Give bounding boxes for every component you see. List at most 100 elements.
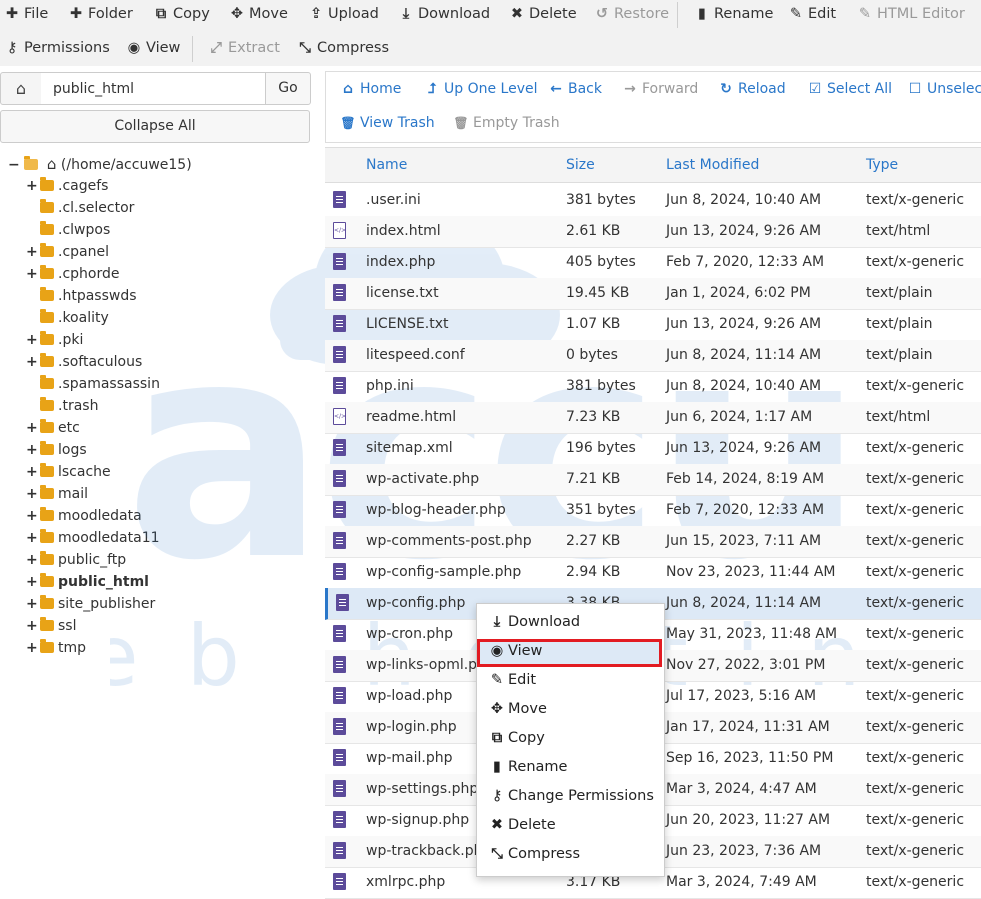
context-menu-move[interactable]: ✥ Move (489, 695, 547, 724)
context-menu-view[interactable]: ◉ View (489, 637, 543, 666)
plus-icon: ✚ (5, 6, 19, 22)
tree-item-tmp[interactable]: + tmp (26, 637, 86, 659)
tree-item-ssl[interactable]: + ssl (26, 615, 76, 637)
expand-toggle-icon[interactable]: + (26, 439, 40, 461)
tree-item-cphorde[interactable]: + .cphorde (26, 263, 119, 285)
context-menu-label: Delete (508, 817, 556, 833)
file-row[interactable]: .user.ini 381 bytes Jun 8, 2024, 10:40 AM t… (325, 185, 981, 217)
key-icon: ⚷ (6, 40, 18, 56)
context-menu-edit[interactable]: ✎ Edit (489, 666, 536, 695)
file-row[interactable]: sitemap.xml 196 bytes Jun 13, 2024, 9:26 A… (325, 433, 981, 465)
permissions-button[interactable]: ⚷ Permissions (4, 36, 110, 60)
file-button[interactable]: ✚ File (4, 2, 48, 26)
column-header-type[interactable]: Type (866, 148, 898, 182)
tree-item-spamassassin[interactable]: .spamassassin (26, 373, 160, 395)
upload-button[interactable]: ⇪ Upload (308, 2, 379, 26)
file-row[interactable]: wp-config-sample.php 2.94 KB Nov 23, 2023,… (325, 557, 981, 589)
context-menu-compress[interactable]: ⤡ Compress (489, 840, 580, 869)
expand-toggle-icon[interactable]: + (26, 461, 40, 483)
file-row[interactable]: LICENSE.txt 1.07 KB Jun 13, 2024, 9:26 AM t… (325, 309, 981, 341)
tree-item-cl-selector[interactable]: .cl.selector (26, 197, 134, 219)
file-row[interactable]: index.php 405 bytes Feb 7, 2020, 12:33 AM t… (325, 247, 981, 279)
unselect-button[interactable]: ☐ Unselect (907, 78, 981, 100)
view-button[interactable]: ◉ View (126, 36, 181, 60)
file-modified: Jun 13, 2024, 9:26 AM (666, 440, 822, 456)
home-path-button[interactable]: ⌂ (0, 72, 42, 105)
tree-item-trash[interactable]: .trash (26, 395, 98, 417)
expand-toggle-icon[interactable]: + (26, 527, 40, 549)
tree-item-cpanel[interactable]: + .cpanel (26, 241, 109, 263)
column-header-size[interactable]: Size (566, 148, 595, 182)
column-header-last-modified[interactable]: Last Modified (666, 148, 759, 182)
expand-toggle-icon[interactable]: + (26, 483, 40, 505)
expand-toggle-icon[interactable]: + (26, 615, 40, 637)
expand-toggle-icon[interactable]: + (26, 175, 40, 197)
expand-toggle-icon[interactable]: + (26, 571, 40, 593)
select-all-button[interactable]: ☑ Select All (807, 78, 892, 100)
expand-toggle-icon[interactable]: + (26, 505, 40, 527)
context-menu-delete[interactable]: ✖ Delete (489, 811, 556, 840)
tree-item-public-html[interactable]: + public_html (26, 571, 149, 593)
collapse-all-button[interactable]: Collapse All (0, 110, 310, 143)
tree-item-clwpos[interactable]: .clwpos (26, 219, 110, 241)
expand-toggle-icon[interactable]: + (26, 549, 40, 571)
compress-button[interactable]: ⤡ Compress (297, 36, 389, 60)
home-button[interactable]: ⌂ Home (340, 78, 401, 100)
rename-button[interactable]: ▮ Rename (694, 2, 773, 26)
move-button[interactable]: ✥ Move (229, 2, 288, 26)
copy-button[interactable]: ⧉ Copy (153, 2, 210, 26)
tree-item-koality[interactable]: .koality (26, 307, 109, 329)
file-row[interactable]: wp-blog-header.php 351 bytes Feb 7, 2020, … (325, 495, 981, 527)
folder-button[interactable]: ✚ Folder (68, 2, 133, 26)
file-row[interactable]: readme.html 7.23 KB Jun 6, 2024, 1:17 AM te… (325, 402, 981, 434)
file-row[interactable]: litespeed.conf 0 bytes Jun 8, 2024, 11:14 … (325, 340, 981, 372)
folder-icon (40, 331, 54, 345)
expand-toggle-icon[interactable]: + (26, 417, 40, 439)
download-button[interactable]: ⤓ Download (398, 2, 490, 26)
edit-button[interactable]: ✎ Edit (788, 2, 836, 26)
tree-item-softaculous[interactable]: + .softaculous (26, 351, 142, 373)
tree-item-cagefs[interactable]: + .cagefs (26, 175, 108, 197)
tree-item-label: tmp (58, 640, 87, 656)
context-menu-rename[interactable]: ▮ Rename (489, 753, 567, 782)
file-row[interactable]: wp-activate.php 7.21 KB Feb 14, 2024, 8:19… (325, 464, 981, 496)
tree-root[interactable]: − ⌂ (/home/accuwe15) (8, 153, 192, 175)
file-row[interactable]: license.txt 19.45 KB Jan 1, 2024, 6:02 PM t… (325, 278, 981, 310)
context-menu-download[interactable]: ⤓ Download (489, 608, 580, 637)
tree-item-label: public_ftp (58, 552, 127, 568)
expand-toggle-icon[interactable]: + (26, 593, 40, 615)
tree-item-logs[interactable]: + logs (26, 439, 87, 461)
context-menu-copy[interactable]: ⧉ Copy (489, 724, 545, 753)
view-trash-button[interactable]: 🗑 View Trash (340, 112, 434, 134)
reload-button[interactable]: ↻ Reload (718, 78, 786, 100)
go-button[interactable]: Go (265, 72, 311, 105)
tree-item-etc[interactable]: + etc (26, 417, 80, 439)
column-header-name[interactable]: Name (366, 148, 407, 182)
file-size: 381 bytes (566, 378, 636, 394)
file-row[interactable]: index.html 2.61 KB Jun 13, 2024, 9:26 AM te… (325, 216, 981, 248)
tree-item-htpasswds[interactable]: .htpasswds (26, 285, 137, 307)
tree-item-public-ftp[interactable]: + public_ftp (26, 549, 126, 571)
tree-item-moodledata[interactable]: + moodledata (26, 505, 142, 527)
collapse-toggle-icon[interactable]: − (8, 154, 20, 176)
expand-toggle-icon[interactable]: + (26, 351, 40, 373)
file-name: wp-config-sample.php (366, 564, 522, 580)
context-menu-change-permissions[interactable]: ⚷ Change Permissions (489, 782, 654, 811)
expand-toggle-icon[interactable]: + (26, 329, 40, 351)
tree-item-mail[interactable]: + mail (26, 483, 88, 505)
tree-item-lscache[interactable]: + lscache (26, 461, 111, 483)
tree-item-site-publisher[interactable]: + site_publisher (26, 593, 155, 615)
file-size: 196 bytes (566, 440, 636, 456)
expand-toggle-icon[interactable]: + (26, 241, 40, 263)
delete-button[interactable]: ✖ Delete (509, 2, 577, 26)
tree-item-moodledata11[interactable]: + moodledata11 (26, 527, 160, 549)
file-row[interactable]: wp-comments-post.php 2.27 KB Jun 15, 2023,… (325, 526, 981, 558)
up-one-level-button[interactable]: ⮥ Up One Level (424, 78, 538, 100)
tree-item-pki[interactable]: + .pki (26, 329, 83, 351)
path-input[interactable] (41, 72, 266, 105)
expand-toggle-icon[interactable]: + (26, 263, 40, 285)
expand-toggle-icon[interactable]: + (26, 637, 40, 659)
back-button[interactable]: ← Back (548, 78, 602, 100)
toolbar-label: Rename (714, 6, 774, 22)
file-row[interactable]: php.ini 381 bytes Jun 8, 2024, 10:40 AM tex… (325, 371, 981, 403)
